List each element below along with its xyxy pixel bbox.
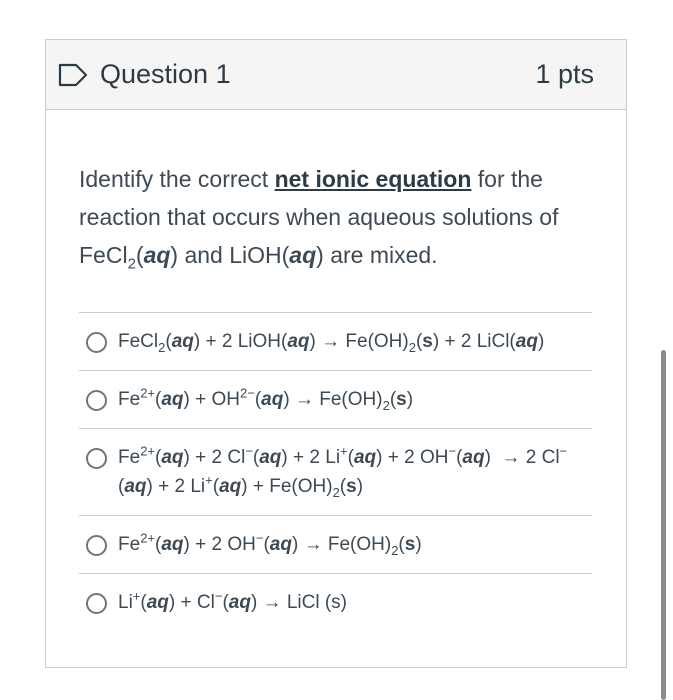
scrollbar[interactable]: [661, 350, 666, 700]
answer-text: FeCl2(aq) + 2 LiOH(aq) → Fe(OH)2(s) + 2 …: [118, 331, 545, 355]
subscript: 2: [127, 255, 136, 273]
question-card: Question 1 1 pts Identify the correct ne…: [45, 39, 627, 668]
question-header: Question 1 1 pts: [46, 40, 626, 110]
aq-label: aq: [143, 242, 171, 268]
question-prompt: Identify the correct net ionic equation …: [79, 166, 559, 273]
answer-text: Fe2+(aq) + OH2−(aq) → Fe(OH)2(s): [118, 385, 414, 413]
radio-button[interactable]: [86, 593, 107, 614]
answer-option-5[interactable]: Li+(aq) + Cl−(aq) → LiCl (s): [79, 574, 592, 631]
question-points: 1 pts: [535, 59, 594, 89]
flag-question-icon[interactable]: [58, 63, 90, 87]
radio-button[interactable]: [86, 448, 107, 469]
answer-text: Li+(aq) + Cl−(aq) → LiCl (s): [118, 588, 348, 613]
prompt-text: Identify the correct: [79, 166, 275, 192]
radio-button[interactable]: [86, 390, 107, 411]
prompt-text-3: ) and LiOH(: [170, 242, 290, 268]
answer-list: FeCl2(aq) + 2 LiOH(aq) → Fe(OH)2(s) + 2 …: [79, 312, 592, 631]
answer-option-4[interactable]: Fe2+(aq) + 2 OH−(aq) → Fe(OH)2(s): [79, 516, 592, 574]
aq-label-2: aq: [289, 242, 317, 268]
answer-text: Fe2+(aq) + 2 OH−(aq) → Fe(OH)2(s): [118, 530, 422, 558]
answer-option-3[interactable]: Fe2+(aq) + 2 Cl−(aq) + 2 Li+(aq) + 2 OH−…: [79, 429, 592, 516]
answer-text: Fe2+(aq) + 2 Cl−(aq) + 2 Li+(aq) + 2 OH−…: [118, 443, 568, 500]
answer-option-1[interactable]: FeCl2(aq) + 2 LiOH(aq) → Fe(OH)2(s) + 2 …: [79, 313, 592, 371]
net-ionic-equation-link[interactable]: net ionic equation: [275, 166, 472, 192]
answer-option-2[interactable]: Fe2+(aq) + OH2−(aq) → Fe(OH)2(s): [79, 371, 592, 429]
radio-button[interactable]: [86, 535, 107, 556]
question-body: Identify the correct net ionic equation …: [46, 110, 626, 631]
question-title: Question 1: [100, 59, 231, 89]
radio-button[interactable]: [86, 332, 107, 353]
prompt-text-4: ) are mixed.: [316, 242, 438, 268]
